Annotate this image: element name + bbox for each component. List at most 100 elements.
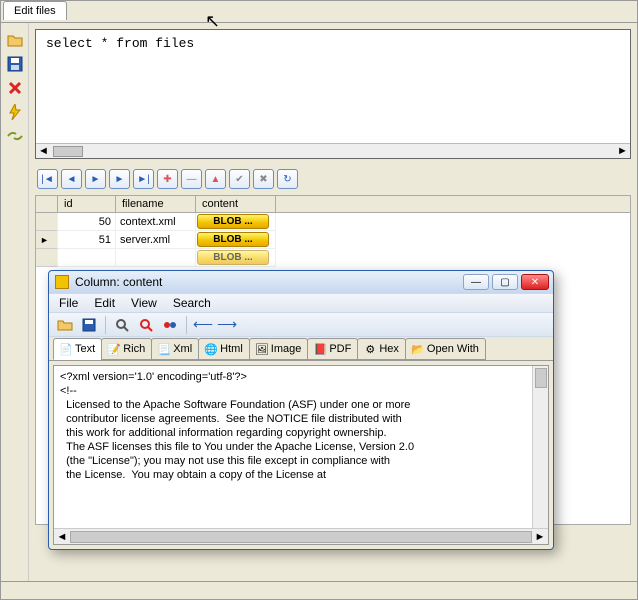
scroll-right-icon[interactable]: ► (532, 531, 548, 543)
col-filename[interactable]: filename (116, 196, 196, 212)
tab-rich[interactable]: 📝Rich (101, 338, 152, 360)
editor[interactable]: <?xml version='1.0' encoding='utf-8'?> <… (54, 366, 548, 528)
sql-editor[interactable]: select * from files ◄ ► (35, 29, 631, 159)
current-row-indicator: ► (40, 235, 49, 245)
tab-openwith[interactable]: 📂Open With (405, 338, 486, 360)
confirm-icon[interactable]: ✔ (229, 169, 250, 189)
menu-search[interactable]: Search (173, 296, 211, 310)
image-icon: 🖼 (256, 343, 268, 355)
cell-filename: server.xml (116, 231, 196, 249)
blob-button[interactable]: BLOB ... (197, 232, 269, 247)
sql-text: select * from files (36, 30, 630, 145)
cell-id (58, 249, 116, 267)
table-row[interactable]: ► 51 server.xml BLOB ... (36, 231, 630, 249)
back-icon[interactable]: ⟵ (193, 315, 213, 335)
tab-xml[interactable]: 📃Xml (151, 338, 199, 360)
blob-button[interactable]: BLOB ... (197, 250, 269, 265)
menu-file[interactable]: File (59, 296, 78, 310)
editor-line: this work for additional information reg… (60, 426, 542, 440)
editor-line: <?xml version='1.0' encoding='utf-8'?> (60, 370, 542, 384)
menu-edit[interactable]: Edit (94, 296, 115, 310)
last-icon[interactable]: ►| (133, 169, 154, 189)
editor-line: contributor license agreements. See the … (60, 412, 542, 426)
menubar: File Edit View Search (49, 293, 553, 313)
titlebar[interactable]: Column: content — ▢ ✕ (49, 271, 553, 293)
scroll-thumb[interactable] (70, 531, 532, 543)
editor-hscroll[interactable]: ◄ ► (54, 528, 548, 544)
editor-line: <!-- (60, 384, 542, 398)
up-icon[interactable]: ▲ (205, 169, 226, 189)
pdf-icon: 📕 (314, 343, 326, 355)
sql-hscroll[interactable]: ◄ ► (36, 143, 630, 158)
play-icon[interactable]: ► (85, 169, 106, 189)
maximize-button[interactable]: ▢ (492, 274, 518, 290)
editor-line: the License. You may obtain a copy of th… (60, 468, 542, 482)
table-row[interactable]: 50 context.xml BLOB ... (36, 213, 630, 231)
tab-label: Open With (427, 343, 479, 355)
save-icon[interactable] (6, 55, 24, 73)
tab-label: Html (220, 343, 243, 355)
editor-line: Licensed to the Apache Software Foundati… (60, 398, 542, 412)
link-icon[interactable] (160, 315, 180, 335)
editor-line: (the "License"); you may not use this fi… (60, 454, 542, 468)
tab-pdf[interactable]: 📕PDF (307, 338, 358, 360)
close-button[interactable]: ✕ (521, 274, 549, 290)
cell-filename (116, 249, 196, 267)
prev-icon[interactable]: ◄ (61, 169, 82, 189)
column-content-dialog: Column: content — ▢ ✕ File Edit View Sea… (48, 270, 554, 550)
reload-icon[interactable]: ↻ (277, 169, 298, 189)
record-nav-toolbar: |◄ ◄ ► ► ►| ✚ — ▲ ✔ ✖ ↻ (35, 169, 631, 189)
tab-image[interactable]: 🖼Image (249, 338, 309, 360)
tab-edit-files[interactable]: Edit files (3, 1, 67, 20)
editor-line: The ASF licenses this file to You under … (60, 440, 542, 454)
tab-html[interactable]: 🌐Html (198, 338, 250, 360)
zoom-icon[interactable] (136, 315, 156, 335)
scroll-thumb[interactable] (535, 368, 547, 388)
col-id[interactable]: id (58, 196, 116, 212)
folder-open-icon[interactable] (6, 31, 24, 49)
folder-open-icon[interactable] (55, 315, 75, 335)
blob-button[interactable]: BLOB ... (197, 214, 269, 229)
scroll-left-icon[interactable]: ◄ (36, 145, 51, 157)
hex-icon: ⚙ (364, 343, 376, 355)
minimize-button[interactable]: — (463, 274, 489, 290)
lightning-icon[interactable] (6, 103, 24, 121)
window-icon (55, 275, 69, 289)
view-tabs: 📄Text 📝Rich 📃Xml 🌐Html 🖼Image 📕PDF ⚙Hex … (49, 337, 553, 361)
xml-icon: 📃 (158, 343, 170, 355)
statusbar (1, 581, 637, 599)
cancel-icon[interactable]: ✖ (253, 169, 274, 189)
forward-icon[interactable]: ⟶ (217, 315, 237, 335)
remove-icon[interactable]: — (181, 169, 202, 189)
scroll-thumb[interactable] (53, 146, 83, 157)
rich-icon: 📝 (108, 343, 120, 355)
table-row[interactable]: BLOB ... (36, 249, 630, 267)
menu-view[interactable]: View (131, 296, 157, 310)
first-icon[interactable]: |◄ (37, 169, 58, 189)
tab-strip: Edit files (1, 1, 637, 23)
text-icon: 📄 (60, 343, 72, 355)
cell-id: 51 (58, 231, 116, 249)
editor-wrap: <?xml version='1.0' encoding='utf-8'?> <… (53, 365, 549, 545)
tab-text[interactable]: 📄Text (53, 338, 102, 360)
tab-label: Text (75, 343, 95, 355)
scroll-right-icon[interactable]: ► (615, 145, 630, 157)
delete-icon[interactable] (6, 79, 24, 97)
add-icon[interactable]: ✚ (157, 169, 178, 189)
openwith-icon: 📂 (412, 343, 424, 355)
popup-toolbar: ⟵ ⟶ (49, 313, 553, 337)
editor-vscroll[interactable] (532, 366, 548, 528)
find-icon[interactable] (112, 315, 132, 335)
sidebar (1, 23, 29, 581)
scroll-left-icon[interactable]: ◄ (54, 531, 70, 543)
tab-label: Xml (173, 343, 192, 355)
col-content[interactable]: content (196, 196, 276, 212)
save-icon[interactable] (79, 315, 99, 335)
tab-label: Image (271, 343, 302, 355)
tab-label: PDF (329, 343, 351, 355)
html-icon: 🌐 (205, 343, 217, 355)
window-title: Column: content (75, 275, 463, 289)
tab-hex[interactable]: ⚙Hex (357, 338, 406, 360)
refresh-icon[interactable] (6, 127, 24, 145)
next-icon[interactable]: ► (109, 169, 130, 189)
